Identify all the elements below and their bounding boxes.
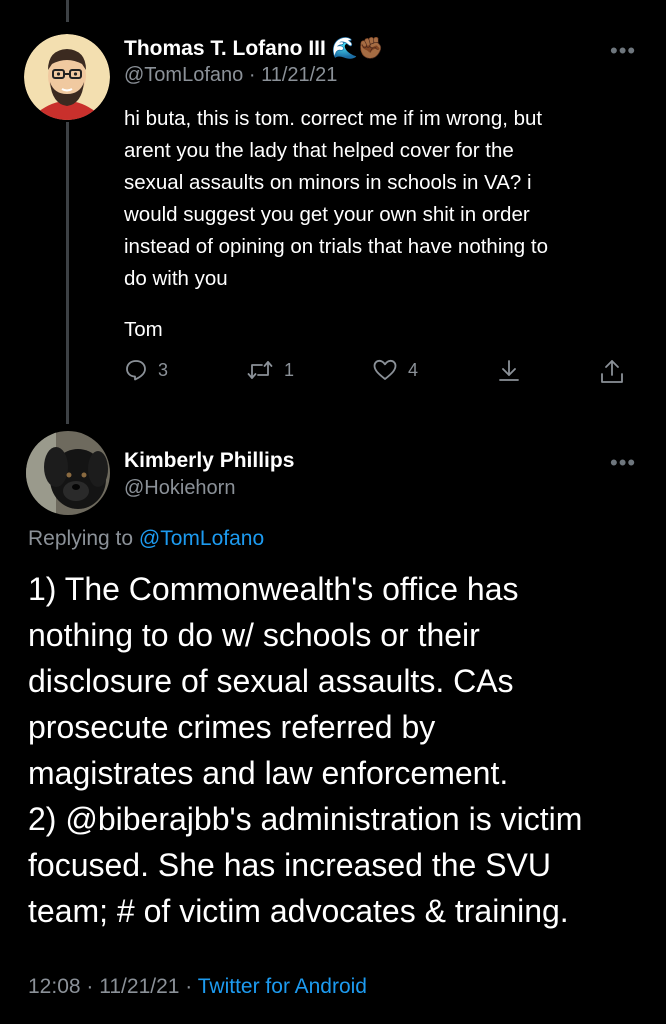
thread-line-top (66, 0, 69, 22)
replying-to: Replying to @TomLofano (28, 527, 264, 551)
text-line: 2) @biberajbb's administration is victim (28, 801, 583, 837)
like-count: 4 (408, 359, 419, 380)
reply-count: 3 (158, 359, 169, 380)
author-name[interactable]: Thomas T. Lofano III 🌊✊🏾 (124, 37, 384, 61)
tweet-date[interactable]: 11/21/21 (261, 64, 337, 86)
tweet-time[interactable]: 12:08 (28, 975, 81, 998)
author-emojis: 🌊✊🏾 (331, 37, 384, 60)
retweet-button[interactable]: 1 (246, 358, 294, 382)
text-line: nothing to do w/ schools or their (28, 617, 480, 653)
replying-to-mention[interactable]: @TomLofano (139, 527, 264, 550)
retweet-icon (246, 358, 274, 382)
like-button[interactable]: 4 (372, 358, 418, 382)
heart-icon (372, 358, 398, 382)
text-line: do with you (124, 267, 228, 290)
download-arrow-icon (496, 358, 522, 384)
text-line: prosecute crimes referred by (28, 709, 436, 745)
dot-separator: · (185, 975, 193, 998)
author-name-text[interactable]: Thomas T. Lofano III (124, 37, 326, 60)
text-line: sexual assaults on minors in schools in … (124, 171, 532, 194)
reply-icon (124, 358, 148, 382)
text-line: arent you the lady that helped cover for… (124, 139, 514, 162)
avatar[interactable] (24, 34, 110, 120)
tweet-signoff: Tom (124, 318, 163, 341)
text-line: team; # of victim advocates & training. (28, 893, 569, 929)
dot-separator: · (86, 975, 94, 998)
author-name[interactable]: Kimberly Phillips (124, 449, 294, 473)
avatar[interactable] (26, 431, 110, 515)
text-line: disclosure of sexual assaults. CAs (28, 663, 514, 699)
share-icon (598, 358, 626, 386)
author-handle-line: @TomLofano · 11/21/21 (124, 64, 337, 87)
text-line: magistrates and law enforcement. (28, 755, 509, 791)
tweet-actions: 3 1 4 (0, 358, 666, 392)
more-options-icon[interactable]: ••• (610, 38, 636, 64)
replying-to-label: Replying to (28, 527, 134, 550)
more-options-icon[interactable]: ••• (610, 450, 636, 476)
author-handle[interactable]: @Hokiehorn (124, 477, 235, 500)
tweet-date[interactable]: 11/21/21 (99, 975, 179, 998)
text-line: hi buta, this is tom. correct me if im w… (124, 107, 543, 130)
retweet-count: 1 (284, 359, 295, 380)
tweet-meta: 12:08 · 11/21/21 · Twitter for Android (28, 975, 367, 999)
bookmark-button[interactable] (496, 358, 522, 384)
text-line: instead of opining on trials that have n… (124, 235, 548, 258)
author-handle[interactable]: @TomLofano (124, 64, 243, 86)
text-line: 1) The Commonwealth's office has (28, 571, 519, 607)
text-line: focused. She has increased the SVU (28, 847, 551, 883)
dot-separator: · (248, 64, 256, 86)
tweet-text: 1) The Commonwealth's office has nothing… (28, 566, 648, 934)
tweet-text: hi buta, this is tom. correct me if im w… (124, 103, 644, 295)
tweet-source-link[interactable]: Twitter for Android (198, 975, 367, 998)
share-button[interactable] (598, 358, 626, 386)
text-line: would suggest you get your own shit in o… (124, 203, 530, 226)
reply-button[interactable]: 3 (124, 358, 168, 382)
